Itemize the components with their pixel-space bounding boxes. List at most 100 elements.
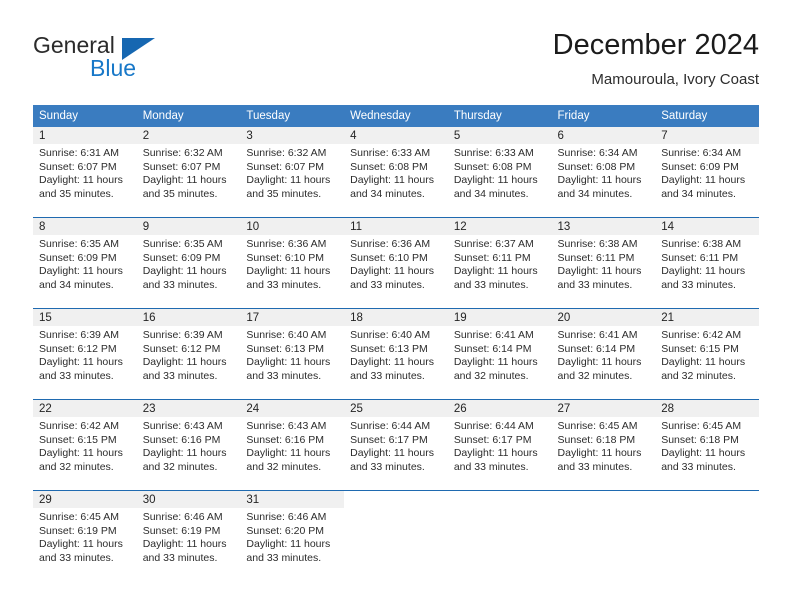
day-cell[interactable]: 22 Sunrise: 6:42 AM Sunset: 6:15 PM Dayl…: [33, 400, 137, 490]
sunrise-text: Sunrise: 6:37 AM: [453, 238, 534, 250]
daylight-text-line2: and 33 minutes.: [39, 551, 114, 564]
day-info: Sunrise: 6:43 AM Sunset: 6:16 PM Dayligh…: [137, 417, 241, 474]
daylight-text-line1: Daylight: 11 hours: [246, 174, 331, 187]
day-cell[interactable]: 27 Sunrise: 6:45 AM Sunset: 6:18 PM Dayl…: [551, 400, 656, 490]
day-info: Sunrise: 6:37 AM Sunset: 6:11 PM Dayligh…: [448, 235, 552, 292]
day-number: 25: [344, 400, 448, 417]
day-cell[interactable]: 14 Sunrise: 6:38 AM Sunset: 6:11 PM Dayl…: [655, 218, 759, 308]
day-cell[interactable]: 26 Sunrise: 6:44 AM Sunset: 6:17 PM Dayl…: [447, 400, 552, 490]
daylight-text-line1: Daylight: 11 hours: [661, 265, 746, 278]
day-cell[interactable]: 11 Sunrise: 6:36 AM Sunset: 6:10 PM Dayl…: [344, 218, 448, 308]
day-cell[interactable]: 8 Sunrise: 6:35 AM Sunset: 6:09 PM Dayli…: [33, 218, 137, 308]
sunrise-text: Sunrise: 6:39 AM: [39, 329, 119, 341]
day-cell[interactable]: 5 Sunrise: 6:33 AM Sunset: 6:08 PM Dayli…: [447, 127, 552, 217]
daylight-text-line2: and 33 minutes.: [661, 460, 736, 473]
daylight-text-line2: and 35 minutes.: [246, 187, 322, 200]
calendar-cell: 19 Sunrise: 6:41 AM Sunset: 6:14 PM Dayl…: [447, 308, 552, 400]
sunset-text: Sunset: 6:13 PM: [350, 342, 428, 355]
calendar-cell: [551, 490, 656, 581]
day-info: Sunrise: 6:39 AM Sunset: 6:12 PM Dayligh…: [137, 326, 241, 383]
day-info: Sunrise: 6:34 AM Sunset: 6:08 PM Dayligh…: [552, 144, 656, 201]
day-cell[interactable]: 19 Sunrise: 6:41 AM Sunset: 6:14 PM Dayl…: [447, 309, 552, 399]
day-cell[interactable]: 24 Sunrise: 6:43 AM Sunset: 6:16 PM Dayl…: [240, 400, 345, 490]
day-cell[interactable]: 3 Sunrise: 6:32 AM Sunset: 6:07 PM Dayli…: [240, 127, 345, 217]
sunrise-text: Sunrise: 6:46 AM: [246, 511, 327, 523]
day-number: [551, 491, 656, 508]
day-cell-empty: [551, 491, 656, 581]
day-info: Sunrise: 6:31 AM Sunset: 6:07 PM Dayligh…: [33, 144, 137, 201]
day-number: 10: [240, 218, 345, 235]
day-cell[interactable]: 12 Sunrise: 6:37 AM Sunset: 6:11 PM Dayl…: [447, 218, 552, 308]
day-cell[interactable]: 17 Sunrise: 6:40 AM Sunset: 6:13 PM Dayl…: [240, 309, 345, 399]
sunrise-text: Sunrise: 6:40 AM: [350, 329, 431, 341]
day-cell[interactable]: 30 Sunrise: 6:46 AM Sunset: 6:19 PM Dayl…: [136, 491, 241, 581]
calendar-cell: 4 Sunrise: 6:33 AM Sunset: 6:08 PM Dayli…: [344, 127, 448, 218]
page-header: General Blue December 2024 Mamouroula, I…: [33, 28, 759, 90]
day-info: Sunrise: 6:40 AM Sunset: 6:13 PM Dayligh…: [240, 326, 344, 383]
day-cell[interactable]: 4 Sunrise: 6:33 AM Sunset: 6:08 PM Dayli…: [344, 127, 448, 217]
brand-logo[interactable]: General Blue: [33, 28, 253, 86]
sunset-text: Sunset: 6:16 PM: [246, 433, 325, 446]
day-cell[interactable]: 23 Sunrise: 6:43 AM Sunset: 6:16 PM Dayl…: [136, 400, 241, 490]
day-number: 15: [33, 309, 137, 326]
day-cell[interactable]: 29 Sunrise: 6:45 AM Sunset: 6:19 PM Dayl…: [33, 491, 137, 581]
sunrise-text: Sunrise: 6:45 AM: [661, 420, 742, 432]
calendar-cell: 27 Sunrise: 6:45 AM Sunset: 6:18 PM Dayl…: [551, 399, 656, 491]
day-cell[interactable]: 7 Sunrise: 6:34 AM Sunset: 6:09 PM Dayli…: [655, 127, 759, 217]
calendar-cell: 7 Sunrise: 6:34 AM Sunset: 6:09 PM Dayli…: [655, 127, 759, 218]
sunrise-text: Sunrise: 6:36 AM: [350, 238, 431, 250]
day-cell[interactable]: 21 Sunrise: 6:42 AM Sunset: 6:15 PM Dayl…: [655, 309, 759, 399]
sunset-text: Sunset: 6:14 PM: [557, 342, 636, 355]
sunrise-text: Sunrise: 6:41 AM: [557, 329, 638, 341]
weekday-header-saturday: Saturday: [655, 105, 759, 127]
calendar-cell: 28 Sunrise: 6:45 AM Sunset: 6:18 PM Dayl…: [655, 399, 759, 491]
day-number: 1: [33, 127, 137, 144]
sunrise-text: Sunrise: 6:36 AM: [246, 238, 327, 250]
day-cell[interactable]: 2 Sunrise: 6:32 AM Sunset: 6:07 PM Dayli…: [136, 127, 241, 217]
day-cell[interactable]: 9 Sunrise: 6:35 AM Sunset: 6:09 PM Dayli…: [136, 218, 241, 308]
day-info: [448, 508, 552, 511]
daylight-text-line2: and 33 minutes.: [557, 278, 633, 291]
day-number: [344, 491, 448, 508]
day-cell[interactable]: 1 Sunrise: 6:31 AM Sunset: 6:07 PM Dayli…: [33, 127, 137, 217]
day-info: Sunrise: 6:32 AM Sunset: 6:07 PM Dayligh…: [137, 144, 241, 201]
day-cell[interactable]: 13 Sunrise: 6:38 AM Sunset: 6:11 PM Dayl…: [551, 218, 656, 308]
day-cell[interactable]: 20 Sunrise: 6:41 AM Sunset: 6:14 PM Dayl…: [551, 309, 656, 399]
day-cell[interactable]: 25 Sunrise: 6:44 AM Sunset: 6:17 PM Dayl…: [344, 400, 448, 490]
day-number: [447, 491, 552, 508]
day-info: Sunrise: 6:33 AM Sunset: 6:08 PM Dayligh…: [344, 144, 448, 201]
calendar-cell: 18 Sunrise: 6:40 AM Sunset: 6:13 PM Dayl…: [344, 308, 448, 400]
sunset-text: Sunset: 6:13 PM: [246, 342, 325, 355]
calendar-cell: 31 Sunrise: 6:46 AM Sunset: 6:20 PM Dayl…: [240, 490, 345, 581]
day-info: Sunrise: 6:41 AM Sunset: 6:14 PM Dayligh…: [552, 326, 656, 383]
daylight-text-line1: Daylight: 11 hours: [557, 447, 642, 460]
daylight-text-line2: and 35 minutes.: [39, 187, 114, 200]
day-cell[interactable]: 6 Sunrise: 6:34 AM Sunset: 6:08 PM Dayli…: [551, 127, 656, 217]
day-cell[interactable]: 16 Sunrise: 6:39 AM Sunset: 6:12 PM Dayl…: [136, 309, 241, 399]
day-cell[interactable]: 31 Sunrise: 6:46 AM Sunset: 6:20 PM Dayl…: [240, 491, 345, 581]
sunset-text: Sunset: 6:12 PM: [39, 342, 117, 355]
sunset-text: Sunset: 6:08 PM: [557, 160, 636, 173]
day-number: 19: [447, 309, 552, 326]
daylight-text-line1: Daylight: 11 hours: [39, 356, 123, 369]
day-info: Sunrise: 6:42 AM Sunset: 6:15 PM Dayligh…: [655, 326, 759, 383]
calendar-cell: 21 Sunrise: 6:42 AM Sunset: 6:15 PM Dayl…: [655, 308, 759, 400]
day-number: 21: [655, 309, 759, 326]
day-number: 4: [344, 127, 448, 144]
sunrise-text: Sunrise: 6:31 AM: [39, 147, 119, 159]
day-cell[interactable]: 28 Sunrise: 6:45 AM Sunset: 6:18 PM Dayl…: [655, 400, 759, 490]
day-info: Sunrise: 6:35 AM Sunset: 6:09 PM Dayligh…: [137, 235, 241, 292]
day-cell[interactable]: 18 Sunrise: 6:40 AM Sunset: 6:13 PM Dayl…: [344, 309, 448, 399]
calendar-cell: 13 Sunrise: 6:38 AM Sunset: 6:11 PM Dayl…: [551, 217, 656, 309]
daylight-text-line2: and 34 minutes.: [350, 187, 425, 200]
sunset-text: Sunset: 6:11 PM: [661, 251, 739, 264]
day-cell[interactable]: 10 Sunrise: 6:36 AM Sunset: 6:10 PM Dayl…: [240, 218, 345, 308]
day-info: Sunrise: 6:45 AM Sunset: 6:18 PM Dayligh…: [655, 417, 759, 474]
calendar-cell: 17 Sunrise: 6:40 AM Sunset: 6:13 PM Dayl…: [240, 308, 345, 400]
daylight-text-line1: Daylight: 11 hours: [557, 174, 642, 187]
daylight-text-line2: and 32 minutes.: [39, 460, 114, 473]
day-number: 18: [344, 309, 448, 326]
calendar-cell: 6 Sunrise: 6:34 AM Sunset: 6:08 PM Dayli…: [551, 127, 656, 218]
daylight-text-line1: Daylight: 11 hours: [350, 174, 434, 187]
day-cell[interactable]: 15 Sunrise: 6:39 AM Sunset: 6:12 PM Dayl…: [33, 309, 137, 399]
